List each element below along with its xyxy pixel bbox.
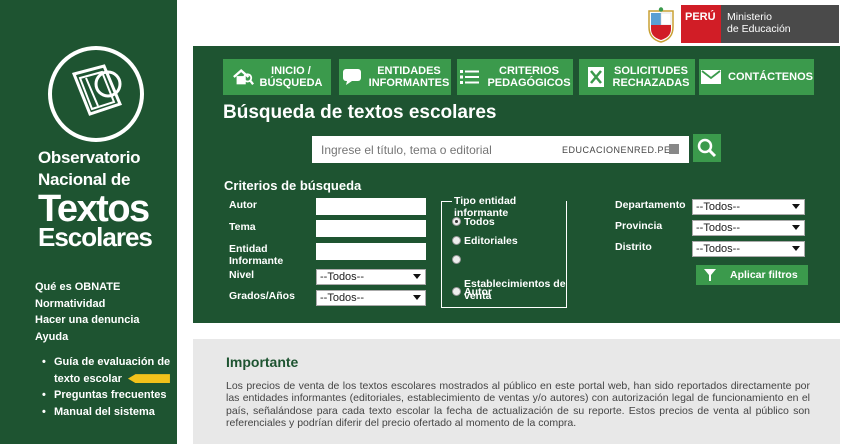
logo-text-line4: Escolares [38, 222, 153, 252]
search-box: EDUCACIONENRED.PE [312, 136, 689, 163]
radio-autor[interactable]: Autor [452, 286, 492, 298]
provincia-value: --Todos-- [696, 222, 741, 234]
grados-select[interactable]: --Todos-- [316, 290, 426, 306]
provincia-select[interactable]: --Todos-- [692, 220, 805, 236]
tipo-entidad-fieldset: Tipo entidad informante Todos Editoriale… [441, 195, 567, 308]
nivel-value: --Todos-- [320, 271, 365, 283]
apply-filters-label: Aplicar filtros [730, 269, 798, 281]
search-icon [697, 138, 717, 158]
logo-text-line1: Observatorio [38, 148, 141, 167]
chat-icon [341, 66, 363, 88]
important-title: Importante [226, 354, 299, 370]
departamento-value: --Todos-- [696, 201, 741, 213]
departamento-label: Departamento [615, 199, 686, 211]
sidebar-item-label: Guía de evaluación de [54, 356, 171, 368]
sidebar-link-ayuda[interactable]: Ayuda [35, 329, 140, 346]
ministry-line1: Ministerio [727, 11, 772, 23]
autor-input[interactable] [316, 198, 426, 215]
important-text: Los precios de venta de los textos escol… [226, 380, 810, 429]
apply-filters-button[interactable]: Aplicar filtros [696, 265, 808, 285]
nivel-label: Nivel [229, 269, 255, 281]
radio-label: Editoriales [464, 235, 518, 247]
search-input[interactable] [312, 136, 552, 163]
nav-label: SOLICITUDES RECHAZADAS [612, 65, 690, 89]
criteria-title: Criterios de búsqueda [224, 178, 362, 193]
sidebar-item-guia-evaluacion[interactable]: Guía de evaluación de texto escolar [40, 354, 170, 387]
chevron-down-icon [413, 295, 421, 300]
obnate-logo[interactable]: Observatorio Nacional de Textos Escolare… [28, 44, 168, 254]
sidebar-link-hacer-denuncia[interactable]: Hacer una denuncia [35, 312, 140, 329]
radio-todos[interactable]: Todos [452, 216, 495, 228]
yellow-arrow-icon [127, 374, 170, 384]
logo-text-line2: Nacional de [38, 170, 131, 189]
nav-label: CONTÁCTENOS [728, 71, 813, 83]
distrito-select[interactable]: --Todos-- [692, 241, 805, 257]
chevron-down-icon [792, 246, 800, 251]
tema-input[interactable] [316, 220, 426, 237]
peru-label: PERÚ [681, 5, 721, 43]
sidebar: Observatorio Nacional de Textos Escolare… [0, 0, 177, 444]
chevron-down-icon [792, 225, 800, 230]
entidad-label: Entidad Informante [229, 243, 284, 267]
rejected-document-icon [585, 66, 607, 88]
distrito-label: Distrito [615, 241, 652, 253]
nav-contactenos[interactable]: CONTÁCTENOS [699, 59, 814, 95]
provincia-label: Provincia [615, 220, 663, 232]
autor-label: Autor [229, 199, 257, 211]
radio-selected-icon [452, 217, 461, 226]
sidebar-item-manual-sistema[interactable]: Manual del sistema [40, 404, 170, 421]
nav-inicio-busqueda[interactable]: INICIO / BÚSQUEDA [223, 59, 331, 95]
chevron-down-icon [792, 204, 800, 209]
sidebar-link-normatividad[interactable]: Normatividad [35, 296, 140, 313]
radio-icon [452, 287, 461, 296]
departamento-select[interactable]: --Todos-- [692, 199, 805, 215]
list-icon [459, 66, 481, 88]
search-panel: INICIO / BÚSQUEDA ENTIDADES INFORMANTES … [193, 46, 840, 323]
sidebar-item-label: texto escolar [54, 372, 122, 385]
obnate-emblem-icon [48, 46, 144, 142]
radio-label: Autor [464, 286, 492, 298]
sidebar-sublist: Guía de evaluación de texto escolar Preg… [40, 354, 170, 420]
coat-of-arms-icon [648, 7, 674, 43]
nav-label: INICIO / BÚSQUEDA [259, 65, 323, 89]
nav-entidades-informantes[interactable]: ENTIDADES INFORMANTES [339, 59, 451, 95]
sidebar-link-que-es-obnate[interactable]: Qué es OBNATE [35, 279, 140, 296]
nivel-select[interactable]: --Todos-- [316, 269, 426, 285]
chevron-down-icon [413, 274, 421, 279]
mail-icon [700, 66, 722, 88]
grados-label: Grados/Años [229, 290, 295, 302]
radio-label: Todos [464, 216, 495, 228]
ministry-line2: de Educación [727, 23, 791, 35]
ministry-label: Ministerio de Educación [721, 5, 839, 43]
nav-label: ENTIDADES INFORMANTES [368, 65, 450, 89]
watermark-text: EDUCACIONENRED.PE [562, 145, 671, 155]
home-search-icon [232, 66, 254, 88]
entidad-input[interactable] [316, 243, 426, 260]
distrito-value: --Todos-- [696, 243, 741, 255]
keyboard-icon[interactable] [669, 144, 679, 154]
nav-solicitudes-rechazadas[interactable]: SOLICITUDES RECHAZADAS [579, 59, 695, 95]
grados-value: --Todos-- [320, 292, 365, 304]
nav-label: CRITERIOS PEDAGÓGICOS [487, 65, 571, 89]
minedu-logo[interactable]: PERÚ Ministerio de Educación [645, 5, 839, 43]
page-title: Búsqueda de textos escolares [223, 102, 497, 123]
radio-editoriales[interactable]: Editoriales [452, 235, 518, 247]
tema-label: Tema [229, 221, 256, 233]
filter-icon [704, 269, 716, 281]
radio-icon [452, 255, 461, 264]
sidebar-item-preguntas-frecuentes[interactable]: Preguntas frecuentes [40, 387, 170, 404]
nav-criterios-pedagogicos[interactable]: CRITERIOS PEDAGÓGICOS [457, 59, 573, 95]
important-notice: Importante Los precios de venta de los t… [193, 339, 840, 444]
sidebar-links: Qué es OBNATE Normatividad Hacer una den… [35, 279, 140, 345]
radio-icon [452, 236, 461, 245]
search-button[interactable] [693, 134, 721, 162]
